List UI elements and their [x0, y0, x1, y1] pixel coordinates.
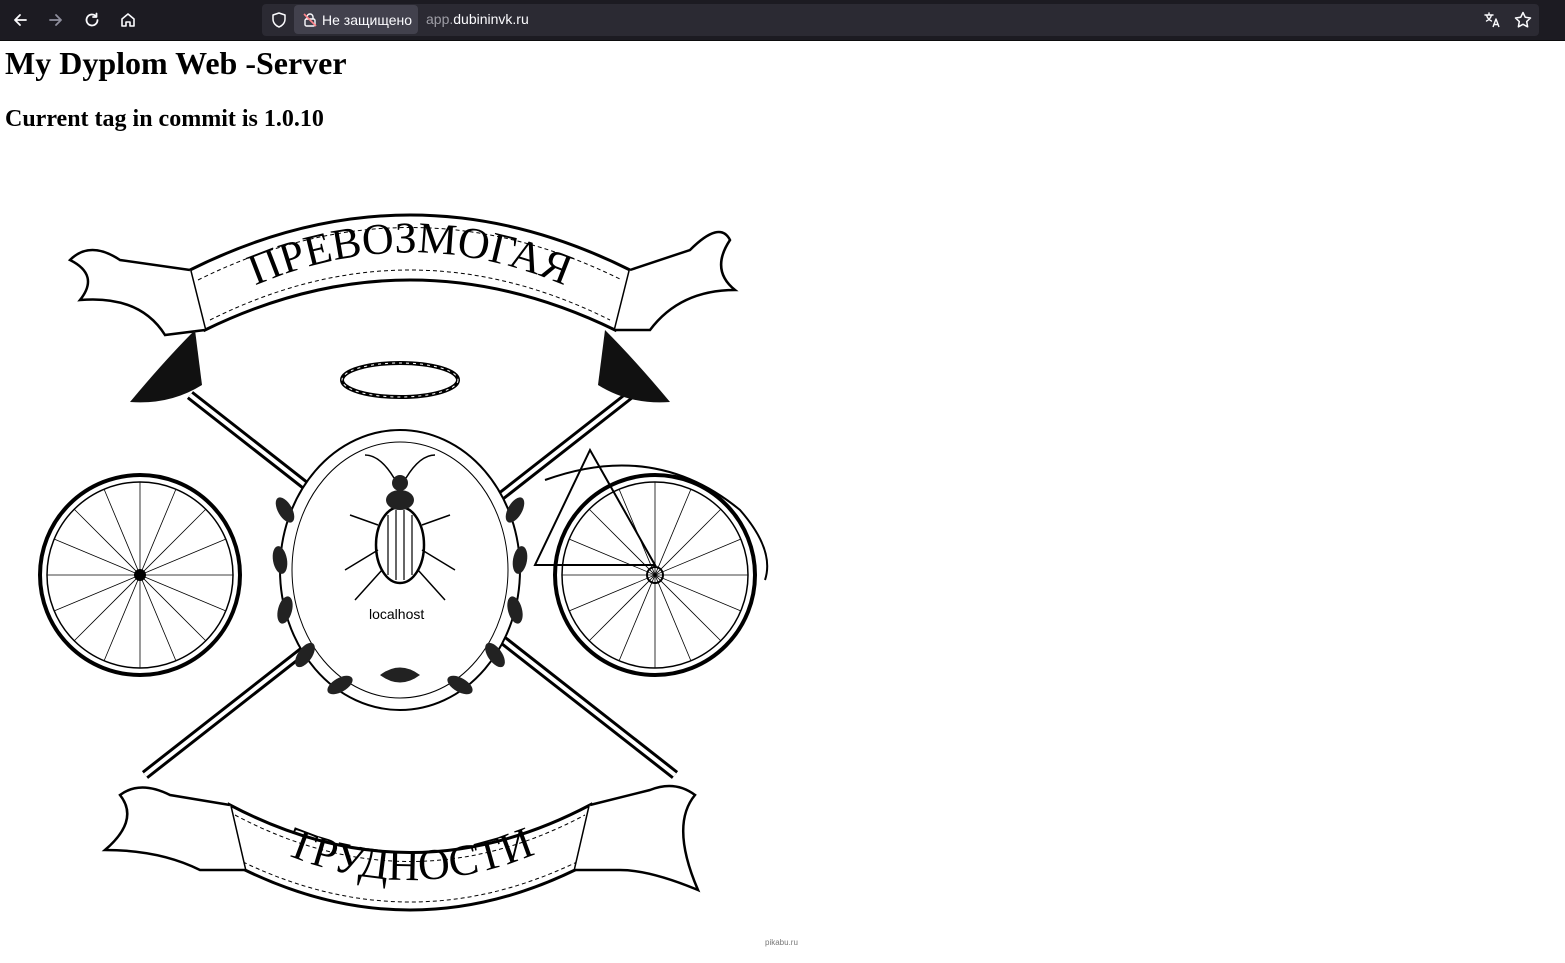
home-icon: [121, 13, 135, 27]
emblem-caption: localhost: [369, 606, 424, 622]
page-subtitle: Current tag in commit is 1.0.10: [5, 106, 324, 132]
emblem-image: ПРЕВОЗМОГАЯ localhost ТРУДНОСТИ: [38, 213, 769, 912]
insecure-lock-icon: [303, 12, 317, 27]
translate-icon[interactable]: [1483, 11, 1501, 29]
forward-icon: [49, 14, 62, 26]
crown-of-thorns: [340, 361, 460, 399]
left-bicycle-wheel: [38, 473, 242, 677]
back-button[interactable]: [4, 4, 36, 36]
back-icon: [14, 14, 27, 26]
home-button[interactable]: [112, 4, 144, 36]
page-title: My Dyplom Web -Server: [5, 45, 347, 81]
image-watermark: pikabu.ru: [765, 938, 798, 947]
address-bar[interactable]: Не защищено app.dubininvk.ru: [262, 4, 1539, 36]
right-bicycle-wheel: [533, 447, 769, 677]
browser-toolbar: Не защищено app.dubininvk.ru: [0, 0, 1565, 41]
shield-icon[interactable]: [270, 11, 288, 29]
url-domain: dubininvk.ru: [453, 11, 529, 27]
url-prefix: app.: [426, 11, 454, 27]
bookmark-star-icon[interactable]: [1513, 10, 1533, 30]
url-text[interactable]: app.dubininvk.ru: [426, 11, 529, 27]
top-banner: ПРЕВОЗМОГАЯ: [67, 213, 739, 337]
bottom-banner: ТРУДНОСТИ: [101, 784, 701, 912]
connection-security-button[interactable]: Не защищено: [294, 5, 418, 34]
reload-button[interactable]: [76, 4, 108, 36]
security-label: Не защищено: [322, 11, 412, 28]
reload-icon: [85, 12, 99, 27]
forward-button[interactable]: [40, 4, 72, 36]
